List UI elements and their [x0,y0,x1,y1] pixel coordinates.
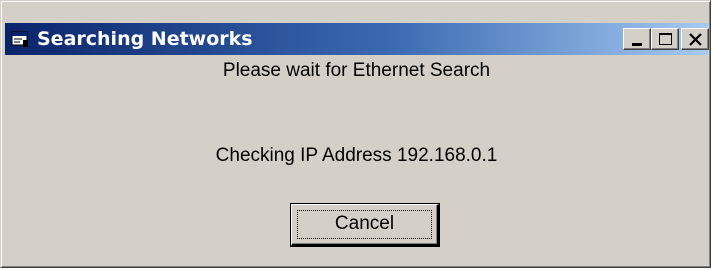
application-window-icon [11,30,29,48]
maximize-button[interactable] [651,28,679,50]
close-button[interactable] [681,28,709,50]
cancel-button[interactable]: Cancel [290,203,440,247]
minimize-button[interactable] [623,28,651,50]
dialog-window: Searching Networks Please wait for Ether… [0,0,711,268]
status-message: Checking IP Address 192.168.0.1 [215,145,498,166]
title-bar[interactable]: Searching Networks [5,23,709,55]
cancel-button-label: Cancel [334,213,395,234]
wait-message: Please wait for Ethernet Search [222,60,491,81]
window-title: Searching Networks [37,28,253,50]
